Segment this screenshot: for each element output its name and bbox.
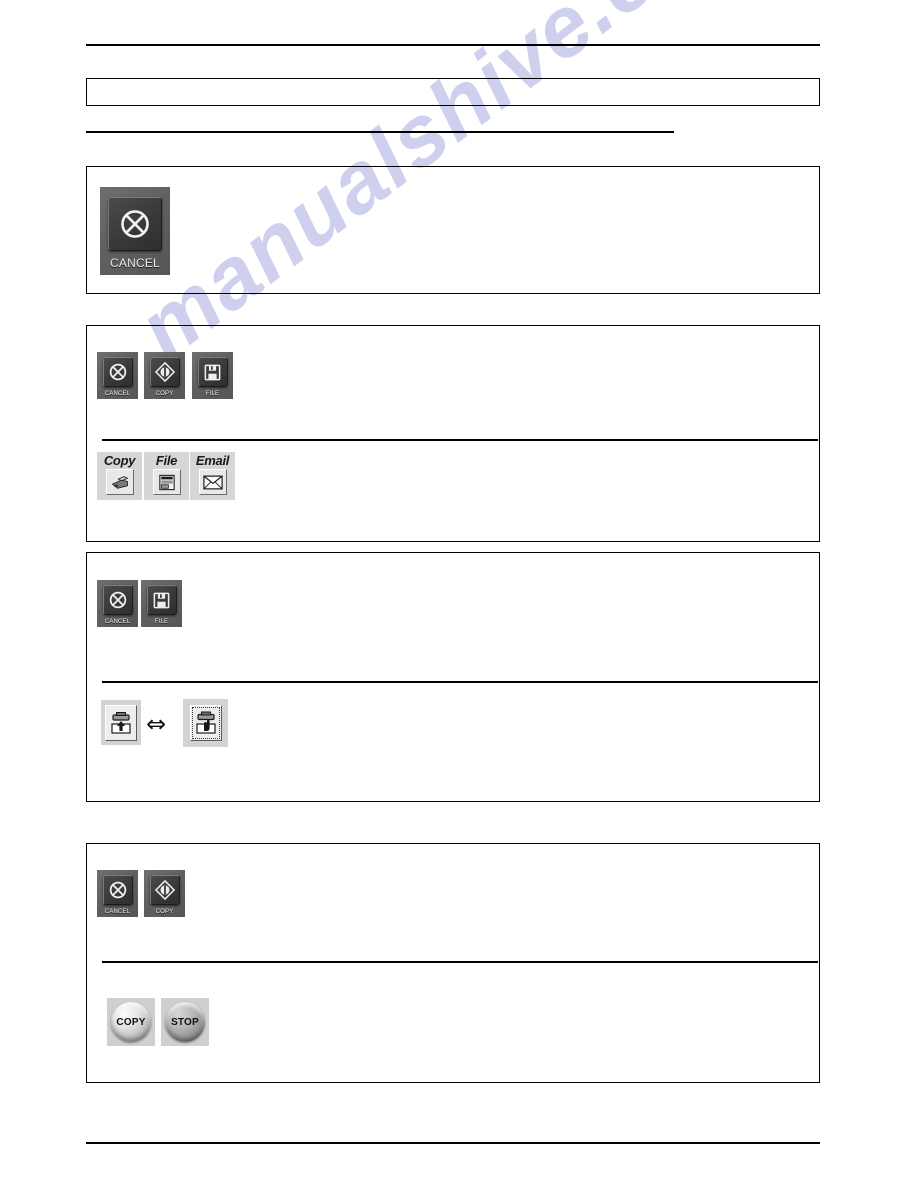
section-1-box — [86, 166, 820, 294]
cancel-circle-x-icon — [102, 357, 133, 387]
section-2-divider — [102, 439, 818, 441]
round-stop-label: STOP — [165, 1002, 205, 1042]
round-stop-button[interactable]: STOP — [161, 998, 209, 1046]
scanner-auto-feed-icon — [105, 704, 137, 741]
copy-button-label: COPY — [155, 909, 174, 915]
cancel-button-label: CANCEL — [104, 391, 131, 397]
round-copy-button[interactable]: COPY — [107, 998, 155, 1046]
envelope-icon — [198, 469, 227, 495]
section-4-box — [86, 843, 820, 1083]
round-copy-label: COPY — [111, 1002, 151, 1042]
file-button[interactable]: FILE — [141, 580, 182, 627]
cancel-button[interactable]: CANCEL — [97, 870, 138, 917]
section-3-box — [86, 552, 820, 802]
copy-diamond-start-icon — [149, 357, 180, 387]
footer-rule — [86, 1142, 820, 1144]
copy-button[interactable]: COPY — [144, 352, 185, 399]
toolbar-email-label: Email — [195, 453, 230, 468]
copy-button-label: COPY — [155, 391, 174, 397]
toolbar-copy-label: Copy — [103, 453, 136, 468]
toolbar-file-button[interactable]: File — [144, 452, 189, 500]
copy-diamond-start-icon — [149, 875, 180, 905]
cancel-circle-x-icon — [102, 875, 133, 905]
floppy-disk-icon — [197, 357, 228, 387]
document-form-icon — [152, 469, 181, 495]
toolbar-file-label: File — [155, 453, 178, 468]
copy-button[interactable]: COPY — [144, 870, 185, 917]
cancel-button[interactable]: CANCEL — [97, 352, 138, 399]
document-page: manualshive.com CANCEL CANCEL COPY FILE … — [0, 0, 918, 1188]
section-underline — [86, 131, 674, 133]
cancel-button[interactable]: CANCEL — [97, 580, 138, 627]
file-button-label: FILE — [205, 391, 220, 397]
file-button[interactable]: FILE — [192, 352, 233, 399]
cancel-circle-x-icon — [108, 197, 162, 251]
cancel-circle-x-icon — [102, 585, 133, 615]
section-3-divider — [102, 681, 818, 683]
header-rule — [86, 44, 820, 46]
floppy-disk-icon — [146, 585, 177, 615]
scanner-auto-feed-button[interactable] — [101, 700, 141, 745]
title-box — [86, 78, 820, 106]
scanner-manual-feed-hand-icon — [189, 705, 222, 741]
toolbar-copy-button[interactable]: Copy — [97, 452, 142, 500]
toolbar-email-button[interactable]: Email — [190, 452, 235, 500]
cancel-button-large[interactable]: CANCEL — [100, 187, 170, 275]
cancel-button-label: CANCEL — [104, 909, 131, 915]
file-button-label: FILE — [154, 619, 169, 625]
scanner-manual-feed-button[interactable] — [183, 699, 228, 747]
section-4-divider — [102, 961, 818, 963]
cancel-button-label: CANCEL — [104, 619, 131, 625]
toggle-double-arrow-icon: ⇔ — [146, 710, 167, 738]
cancel-button-label: CANCEL — [110, 256, 160, 270]
copier-machine-icon — [105, 469, 134, 495]
